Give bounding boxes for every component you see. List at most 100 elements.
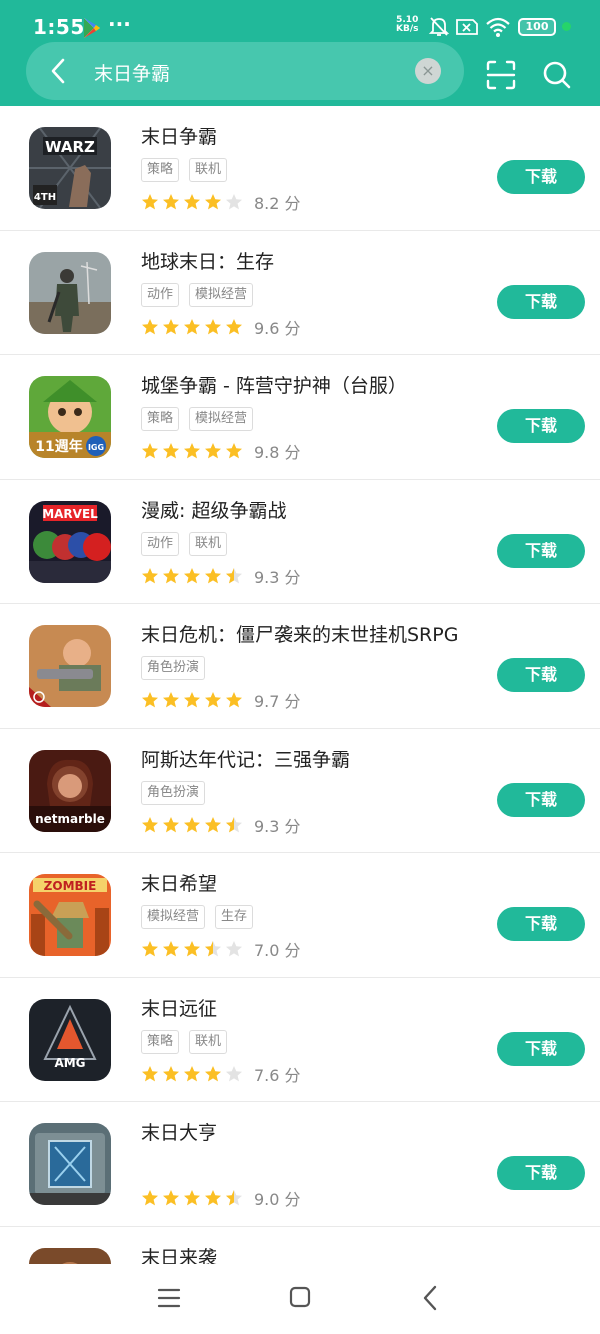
app-list-item[interactable]: AMG 末日远征 策略 联机 7.6 分 下载 [0, 978, 600, 1102]
star-full-icon [205, 194, 221, 210]
app-list-item[interactable]: 11週年 IGG 城堡争霸 - 阵营守护神（台服） 策略 模拟经营 9.8 分 下载 [0, 355, 600, 480]
star-full-icon [226, 692, 242, 708]
home-icon[interactable] [289, 1286, 311, 1308]
star-full-icon [142, 692, 158, 708]
score-unit: 分 [284, 816, 301, 836]
star-full-icon [205, 1065, 221, 1081]
app-rating: 9.6 分 [141, 315, 301, 339]
app-title[interactable]: 末日希望 [141, 869, 217, 896]
app-title[interactable]: 漫威: 超级争霸战 [141, 496, 286, 523]
rating-stars [141, 1065, 243, 1083]
star-full-icon [142, 443, 158, 459]
castle-clash-app-icon[interactable]: 11週年 IGG [29, 376, 111, 458]
clear-search-button[interactable]: × [415, 58, 441, 84]
download-button[interactable]: 下载 [497, 782, 585, 817]
app-title[interactable]: 末日大亨 [141, 1118, 217, 1145]
download-button[interactable]: 下载 [497, 1156, 585, 1190]
app-rating: 9.0 分 [141, 1186, 301, 1210]
app-score: 9.7 分 [254, 688, 301, 712]
nav-back-icon[interactable] [419, 1284, 441, 1312]
score-value: 9.8 [254, 443, 280, 462]
app-title[interactable]: 末日远征 [141, 994, 217, 1021]
download-button[interactable]: 下载 [497, 533, 585, 568]
download-button[interactable]: 下载 [497, 284, 585, 319]
search-icon[interactable] [542, 59, 572, 91]
app-title[interactable]: 末日争霸 [141, 122, 217, 149]
app-list-item[interactable]: netmarble 阿斯达年代记：三强争霸 角色扮演 9.3 分 下载 [0, 729, 600, 853]
download-button[interactable]: 下载 [497, 907, 585, 941]
app-score: 9.6 分 [254, 315, 301, 339]
download-button[interactable]: 下载 [497, 658, 585, 692]
download-button[interactable]: 下载 [497, 160, 585, 194]
doomsday-crisis-app-icon[interactable] [29, 625, 111, 707]
app-rating: 7.6 分 [141, 1062, 301, 1086]
star-half-icon [226, 816, 242, 832]
app-title[interactable]: 末日危机：僵尸袭来的末世挂机SRPG [141, 620, 458, 647]
svg-text:AMG: AMG [54, 1056, 85, 1070]
star-half-icon [226, 1190, 242, 1206]
app-title[interactable]: 末日来袭 [141, 1243, 217, 1265]
star-empty-icon [226, 1065, 242, 1081]
app-tag: 模拟经营 [189, 407, 254, 431]
star-full-icon [205, 318, 221, 334]
download-button[interactable]: 下载 [497, 409, 585, 443]
app-score: 9.0 分 [254, 1186, 301, 1210]
svg-text:4TH: 4TH [34, 192, 56, 203]
warz-app-icon[interactable]: WARZ 4TH [29, 127, 111, 209]
app-rating: 9.8 分 [141, 439, 301, 463]
star-full-icon [163, 443, 179, 459]
app-list-item[interactable]: 地球末日：生存 动作 模拟经营 9.6 分 下载 [0, 231, 600, 355]
app-title[interactable]: 地球末日：生存 [141, 247, 274, 274]
star-full-icon [184, 318, 200, 334]
svg-text:IGG: IGG [88, 443, 104, 452]
navigation-bar [0, 1264, 600, 1334]
search-input[interactable]: 末日争霸 [94, 59, 170, 86]
app-score: 9.8 分 [254, 439, 301, 463]
netmarble-app-icon[interactable]: netmarble [29, 749, 111, 832]
app-title[interactable]: 阿斯达年代记：三强争霸 [141, 745, 350, 772]
app-list-item[interactable]: WARZ 4TH 末日争霸策略 联机 8.2 分 下载 [0, 106, 600, 231]
app-tags: 策略 联机 [141, 158, 228, 182]
last-day-on-earth-app-icon[interactable] [29, 251, 111, 334]
star-full-icon [205, 1190, 221, 1206]
download-button[interactable]: 下载 [497, 1031, 585, 1066]
app-list-item[interactable]: 末日危机：僵尸袭来的末世挂机SRPG 角色扮演 9.7 分 下载 [0, 604, 600, 729]
app-list-item[interactable]: MARVEL 漫威: 超级争霸战 动作 联机 9.3 分 下载 [0, 480, 600, 604]
partial-app-icon[interactable] [29, 1247, 111, 1265]
app-score: 8.2 分 [254, 190, 301, 214]
star-full-icon [205, 692, 221, 708]
app-tag: 联机 [189, 158, 228, 182]
vault-door-app-icon[interactable] [29, 1123, 111, 1205]
app-tag: 动作 [141, 531, 180, 556]
star-full-icon [163, 567, 179, 583]
app-list-item[interactable]: ZOMBIE 末日希望 模拟经营 生存 7.0 分 下载 [0, 853, 600, 978]
app-list-item[interactable]: 末日大亨 9.0 分 下载 [0, 1102, 600, 1227]
rating-stars [141, 816, 243, 834]
search-results-list[interactable]: WARZ 4TH 末日争霸 策略 联机 8.2 分下载 地球末日：生存 动作 模拟经营 9.6 分… [0, 106, 600, 1264]
marvel-contest-app-icon[interactable]: MARVEL [29, 500, 111, 583]
amg-app-icon[interactable]: AMG [29, 998, 111, 1081]
menu-icon[interactable] [157, 1287, 181, 1309]
wifi-icon [486, 17, 510, 37]
app-rating: 9.3 分 [141, 564, 301, 588]
app-score: 9.3 分 [254, 564, 301, 588]
app-title[interactable]: 城堡争霸 - 阵营守护神（台服） [141, 371, 407, 398]
scan-icon[interactable] [486, 60, 516, 90]
score-unit: 分 [284, 318, 301, 338]
star-full-icon [142, 1190, 158, 1206]
score-unit: 分 [284, 1065, 301, 1085]
score-value: 9.3 [254, 567, 280, 587]
status-time: 1:55 [33, 15, 85, 39]
app-tags: 策略 模拟经营 [141, 407, 254, 431]
back-chevron-icon[interactable] [44, 56, 74, 86]
star-full-icon [184, 443, 200, 459]
app-tag: 动作 [141, 282, 180, 307]
app-list-item[interactable]: 末日来袭 [0, 1227, 600, 1265]
search-bar[interactable]: 末日争霸 × [26, 42, 464, 100]
rating-stars [141, 193, 243, 211]
star-full-icon [205, 567, 221, 583]
rating-stars [141, 691, 243, 709]
score-value: 9.0 [254, 1190, 280, 1209]
zombie-app-icon[interactable]: ZOMBIE [29, 874, 111, 956]
score-value: 7.6 [254, 1065, 280, 1085]
